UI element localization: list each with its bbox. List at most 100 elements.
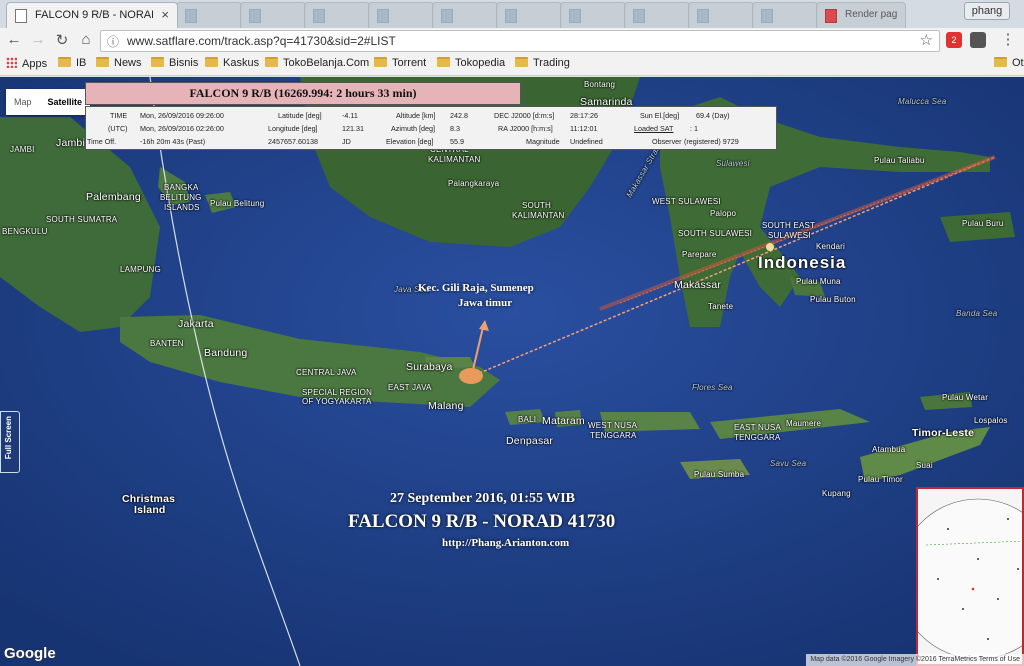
page-icon bbox=[185, 9, 197, 23]
tab[interactable] bbox=[432, 2, 498, 28]
reload-icon[interactable]: ↻ bbox=[52, 31, 72, 49]
bookmark-label: TokoBelanja.Com bbox=[283, 57, 370, 69]
page-icon bbox=[825, 9, 837, 23]
map-label: KALIMANTAN bbox=[428, 155, 481, 164]
folder-icon bbox=[205, 57, 218, 67]
sky-chart-graphic bbox=[918, 498, 1022, 660]
folder-icon bbox=[96, 57, 109, 67]
map-label: Pulau Wetar bbox=[942, 393, 989, 402]
map-label: BALI bbox=[518, 415, 537, 424]
page-icon bbox=[249, 9, 261, 23]
declination-label: DEC J2000 [d:m:s] bbox=[494, 111, 555, 120]
map-label: Lospalos bbox=[974, 416, 1008, 425]
time-offset-label: Time Off. bbox=[87, 137, 117, 146]
map-label: Sulawesi bbox=[716, 159, 750, 168]
bookmark-folder[interactable]: Ot bbox=[994, 57, 1024, 69]
bookmark-folder[interactable]: News bbox=[96, 57, 142, 69]
map-label: Suai bbox=[916, 461, 933, 470]
time-label: TIME bbox=[110, 111, 128, 120]
observer-region-label: Jawa timur bbox=[458, 297, 513, 309]
tab-strip: FALCON 9 R/B - NORAD × Render pag phang bbox=[0, 0, 1024, 28]
map-label: Savu Sea bbox=[770, 459, 807, 468]
map-label: Denpasar bbox=[506, 435, 554, 447]
page-icon bbox=[313, 9, 325, 23]
page-icon bbox=[441, 9, 453, 23]
bookmark-label: Apps bbox=[22, 58, 48, 70]
full-screen-button[interactable]: Full Screen bbox=[0, 411, 20, 473]
folder-icon bbox=[265, 57, 278, 67]
url-input[interactable] bbox=[127, 34, 887, 48]
map-label: Pulau Buru bbox=[962, 219, 1004, 228]
bookmark-folder[interactable]: TokoBelanja.Com bbox=[265, 57, 369, 69]
tab[interactable] bbox=[304, 2, 370, 28]
map-label: Island bbox=[134, 504, 166, 516]
map-label: Surabaya bbox=[406, 361, 453, 373]
bookmark-folder[interactable]: IB bbox=[58, 57, 86, 69]
map-attribution[interactable]: Map data ©2016 Google Imagery ©2016 Terr… bbox=[806, 654, 1024, 666]
tab[interactable] bbox=[496, 2, 562, 28]
page-icon bbox=[697, 9, 709, 23]
map-label: SOUTH SULAWESI bbox=[678, 229, 753, 238]
tab-active[interactable]: FALCON 9 R/B - NORAD × bbox=[6, 2, 178, 28]
satellite-map[interactable]: Map Satellite Full Screen FALCON 9 R/B (… bbox=[0, 77, 1024, 666]
elevation-value: 55.9 bbox=[450, 137, 464, 146]
map-label: EAST JAVA bbox=[388, 383, 432, 392]
map-label: Timor-Leste bbox=[912, 427, 975, 439]
tab[interactable] bbox=[752, 2, 818, 28]
altitude-value: 242.8 bbox=[450, 111, 468, 120]
map-label: SULAWESI bbox=[768, 231, 811, 240]
folder-icon bbox=[374, 57, 387, 67]
bookmark-star-icon[interactable]: ☆ bbox=[920, 31, 933, 49]
home-icon[interactable]: ⌂ bbox=[76, 31, 96, 48]
bookmark-label: Trading bbox=[533, 57, 570, 69]
map-label: CENTRAL JAVA bbox=[296, 368, 357, 377]
caption-url: http://Phang.Arianton.com bbox=[442, 537, 570, 549]
profile-button[interactable]: phang bbox=[964, 2, 1010, 20]
observer-label: Observer bbox=[652, 137, 682, 146]
info-icon[interactable]: ⓘ bbox=[107, 33, 119, 50]
page-icon bbox=[569, 9, 581, 23]
loaded-sat-value: : 1 bbox=[690, 124, 698, 133]
tab[interactable]: Render pag bbox=[816, 2, 906, 28]
tab[interactable] bbox=[176, 2, 242, 28]
tab[interactable] bbox=[560, 2, 626, 28]
map-type-satellite-button[interactable]: Satellite bbox=[40, 89, 91, 115]
bookmark-folder[interactable]: Trading bbox=[515, 57, 570, 69]
bookmark-folder[interactable]: Bisnis bbox=[151, 57, 198, 69]
map-label: Pulau Muna bbox=[796, 277, 841, 286]
longitude-label: Longitude [deg] bbox=[268, 124, 318, 133]
map-label: LAMPUNG bbox=[120, 265, 161, 274]
address-bar[interactable]: ⓘ ☆ bbox=[100, 30, 940, 52]
bookmarks-bar: Apps IB News Bisnis Kaskus TokoBelanja.C… bbox=[0, 54, 1024, 76]
tab-title: FALCON 9 R/B - NORAD bbox=[35, 9, 153, 21]
map-imagery bbox=[0, 77, 1024, 666]
satellite-info-panel: TIME Mon, 26/09/2016 09:26:00 (UTC) Mon,… bbox=[85, 106, 777, 150]
map-label: Malang bbox=[428, 400, 464, 412]
map-label: Pulau Belitung bbox=[210, 199, 265, 208]
tab[interactable] bbox=[240, 2, 306, 28]
map-label: WEST SULAWESI bbox=[652, 197, 721, 206]
tab[interactable] bbox=[368, 2, 434, 28]
bookmark-folder[interactable]: Kaskus bbox=[205, 57, 259, 69]
bookmark-folder[interactable]: Tokopedia bbox=[437, 57, 505, 69]
bookmark-folder[interactable]: Torrent bbox=[374, 57, 426, 69]
tab[interactable] bbox=[688, 2, 754, 28]
map-type-map-button[interactable]: Map bbox=[6, 89, 40, 115]
menu-icon[interactable]: ⋮ bbox=[998, 30, 1018, 48]
back-arrow-icon[interactable]: ← bbox=[4, 31, 24, 48]
forward-arrow-icon[interactable]: → bbox=[28, 31, 48, 48]
tab[interactable] bbox=[624, 2, 690, 28]
loaded-sat-link[interactable]: Loaded SAT bbox=[634, 124, 673, 133]
page-icon bbox=[377, 9, 389, 23]
adblock-extension-icon[interactable]: 2 bbox=[946, 32, 962, 48]
sky-chart[interactable] bbox=[916, 487, 1024, 666]
map-label: Flores Sea bbox=[692, 383, 733, 392]
azimuth-value: 8.3 bbox=[450, 124, 460, 133]
extension-icon[interactable] bbox=[970, 32, 986, 48]
close-tab-icon[interactable]: × bbox=[161, 7, 169, 22]
browser-toolbar: ← → ↻ ⌂ ⓘ ☆ 2 ⋮ bbox=[0, 28, 1024, 54]
satellite-title-bar: FALCON 9 R/B (16269.994: 2 hours 33 min) bbox=[85, 82, 521, 105]
bookmark-apps[interactable]: Apps bbox=[6, 57, 47, 70]
folder-icon bbox=[994, 57, 1007, 67]
map-label: Parepare bbox=[682, 250, 717, 259]
